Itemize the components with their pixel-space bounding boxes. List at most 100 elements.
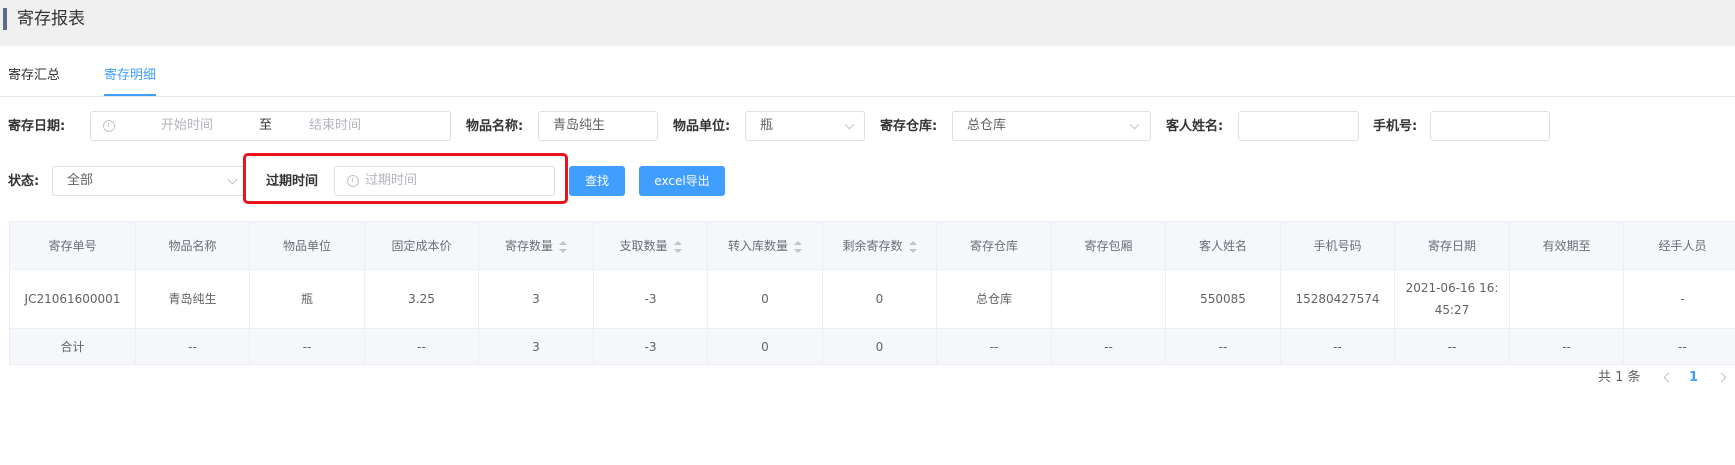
table-cell: -3 [593,328,708,365]
table-cell: - [1623,269,1735,329]
table-cell: -- [249,328,365,365]
table-cell: 总仓库 [936,269,1052,329]
chevron-down-icon [1129,119,1140,130]
table-header-row: 寄存单号 物品名称 物品单位 固定成本价 寄存数量 支取数量 转入库数量 剩余寄… [9,221,1735,270]
status-value: 全部 [67,173,94,188]
item-name-value: 青岛纯生 [553,118,606,133]
column-header-label: 固定成本价 [391,239,452,253]
date-start-input[interactable]: 开始时间 [161,112,213,140]
column-header: 有效期至 [1509,221,1624,270]
guest-name-input[interactable] [1238,111,1359,141]
column-header-label: 转入库数量 [727,239,788,253]
column-header-label: 寄存数量 [504,239,553,253]
column-header: 寄存仓库 [936,221,1052,270]
table-row[interactable]: JC21061600001 青岛纯生 瓶 3.25 3 -3 0 0 总仓库 5… [9,269,1735,329]
export-excel-button[interactable]: excel导出 [639,166,725,196]
chevron-down-icon [844,119,855,130]
column-header-label: 物品名称 [168,239,217,253]
table-cell: 0 [822,328,937,365]
warehouse-value: 总仓库 [967,118,1007,133]
table-cell: 3.25 [364,269,479,329]
header-accent-bar [3,8,7,30]
table-cell: -3 [593,269,708,329]
tab-bar: 寄存汇总 寄存明细 [0,66,1735,97]
table-cell: 0 [707,328,823,365]
table-cell: -- [1394,328,1510,365]
column-header-sortable[interactable]: 剩余寄存数 [822,221,937,270]
search-button[interactable]: 查找 [569,166,625,196]
detail-table: 寄存单号 物品名称 物品单位 固定成本价 寄存数量 支取数量 转入库数量 剩余寄… [9,221,1735,365]
table-cell: 0 [707,269,823,329]
warehouse-select[interactable]: 总仓库 [952,111,1151,141]
column-header: 物品名称 [135,221,250,270]
table-cell [1051,269,1166,329]
table-cell: 15280427574 [1280,269,1395,329]
table-cell: 青岛纯生 [135,269,250,329]
column-header-label: 手机号码 [1313,239,1362,253]
chevron-right-icon[interactable] [1716,372,1727,383]
date-label: 寄存日期: [8,119,66,134]
column-header-sortable[interactable]: 支取数量 [593,221,708,270]
page-title: 寄存报表 [17,9,85,29]
status-label: 状态: [8,174,40,189]
guest-name-label: 客人姓名: [1166,119,1224,134]
sort-icon[interactable] [908,240,917,253]
table-cell: -- [364,328,479,365]
column-header-label: 有效期至 [1542,239,1591,253]
tab-detail[interactable]: 寄存明细 [104,66,157,96]
column-header-label: 寄存仓库 [969,239,1018,253]
table-cell: 瓶 [249,269,365,329]
column-header-label: 支取数量 [619,239,668,253]
table-cell: -- [1051,328,1166,365]
table-cell: 0 [822,269,937,329]
phone-label: 手机号: [1373,119,1418,134]
column-header-label: 寄存单号 [48,239,97,253]
table-cell: 3 [478,328,594,365]
table-cell: 2021-06-16 16: 45:27 [1394,269,1510,329]
sort-icon[interactable] [559,240,567,253]
column-header-label: 剩余寄存数 [842,239,903,253]
item-unit-select[interactable]: 瓶 [745,111,865,141]
column-header-sortable[interactable]: 寄存数量 [478,221,594,270]
item-unit-label: 物品单位: [673,119,731,134]
date-range-picker[interactable]: 开始时间 至 结束时间 [90,111,451,141]
column-header: 寄存日期 [1394,221,1510,270]
status-select[interactable]: 全部 [52,166,246,196]
warehouse-label: 寄存仓库: [880,119,938,134]
chevron-down-icon [227,174,238,185]
sort-icon[interactable] [794,240,802,253]
column-header: 物品单位 [249,221,365,270]
highlight-box [243,153,568,204]
table-cell: -- [135,328,250,365]
pagination-page[interactable]: 1 [1689,368,1698,388]
table-cell: -- [1623,328,1735,365]
clock-icon [103,120,115,132]
table-cell: 合计 [9,328,136,365]
column-header-sortable[interactable]: 转入库数量 [707,221,823,270]
column-header: 寄存单号 [9,221,136,270]
column-header-label: 寄存包厢 [1084,239,1133,253]
pagination-total: 共 1 条 [1598,370,1641,385]
table-cell: -- [1280,328,1395,365]
column-header: 客人姓名 [1165,221,1281,270]
tab-summary[interactable]: 寄存汇总 [8,66,60,96]
table-cell [1509,269,1624,329]
column-header: 固定成本价 [364,221,479,270]
table-cell: -- [936,328,1052,365]
sort-icon[interactable] [673,240,682,253]
table-cell: JC21061600001 [9,269,136,329]
column-header: 经手人员 [1623,221,1735,270]
column-header: 寄存包厢 [1051,221,1166,270]
table-cell: 550085 [1165,269,1281,329]
date-separator: 至 [259,118,273,133]
column-header: 手机号码 [1280,221,1395,270]
column-header-label: 客人姓名 [1198,239,1247,253]
date-end-input[interactable]: 结束时间 [309,112,361,140]
phone-input[interactable] [1430,111,1550,141]
table-cell: -- [1165,328,1281,365]
table-total-row: 合计 -- -- -- 3 -3 0 0 -- -- -- -- -- -- -… [9,328,1735,365]
item-name-input[interactable]: 青岛纯生 [538,111,658,141]
table-cell: 3 [478,269,594,329]
table-cell: -- [1509,328,1624,365]
chevron-left-icon[interactable] [1663,372,1674,383]
